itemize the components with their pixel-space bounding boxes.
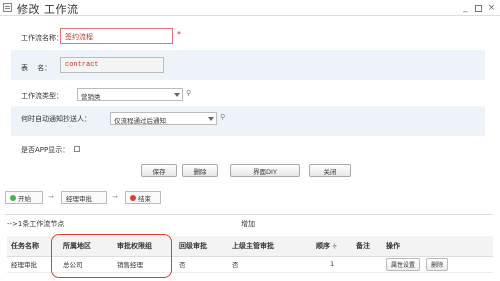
- app-display-label: 是否APP显示：: [21, 146, 70, 154]
- ui-diy-button[interactable]: 界面DIY: [230, 164, 300, 177]
- delete-button[interactable]: 删除: [182, 164, 218, 177]
- notify-select[interactable]: 仅流程通过后通知: [110, 112, 217, 125]
- steps-table: 任务名称 所属地区 审批权限组 回级审批 上级主管审批 顺序 ≑ 备注 操作 经理…: [7, 236, 493, 273]
- col-back-approval: 回级审批: [175, 236, 228, 257]
- flow-node-step[interactable]: 经理审批: [61, 191, 107, 204]
- workflow-type-value: 营销类: [81, 93, 101, 101]
- app-display-checkbox[interactable]: [74, 146, 80, 152]
- lightbulb-icon[interactable]: ⚲: [220, 113, 226, 121]
- sort-icon: ≑: [332, 242, 338, 250]
- window-title: 修改 工作流: [17, 3, 79, 16]
- col-region: 所属地区: [59, 236, 113, 257]
- table-header-row: 任务名称 所属地区 审批权限组 回级审批 上级主管审批 顺序 ≑ 备注 操作: [7, 236, 493, 257]
- cell-group: 销售经理: [113, 256, 175, 273]
- col-approval-group: 审批权限组: [113, 236, 175, 257]
- table-row: 经理审批 总公司 销售经理 否 否 1 属性设置 删除: [7, 256, 493, 273]
- cell-order: 1: [312, 256, 352, 273]
- flow-step-label: 经理审批: [66, 194, 92, 203]
- col-supervisor-approval: 上级主管审批: [228, 236, 312, 257]
- add-step-link[interactable]: 增加: [241, 219, 255, 229]
- window-titlebar: 修改 工作流 _ ×: [0, 0, 500, 16]
- workflow-type-select[interactable]: 营销类: [77, 88, 183, 101]
- maximize-button[interactable]: [474, 4, 483, 13]
- table-name-input[interactable]: contract: [60, 57, 164, 73]
- property-settings-button[interactable]: 属性设置: [386, 257, 421, 271]
- delete-row-button[interactable]: 删除: [426, 257, 449, 271]
- cell-operation: 属性设置 删除: [382, 256, 493, 273]
- col-order-label: 顺序: [316, 241, 330, 250]
- steps-section-title: -->1条工作流节点: [7, 220, 65, 228]
- flow-node-start[interactable]: 开始: [5, 191, 43, 204]
- table-name-label: 表 名：: [21, 64, 52, 72]
- col-note: 备注: [352, 236, 382, 257]
- lightbulb-icon[interactable]: ⚲: [186, 89, 192, 97]
- maximize-icon: [475, 5, 482, 12]
- row-notify: 何时自动通知抄送人： 仅流程通过后通知 ⚲: [11, 106, 485, 136]
- flow-start-label: 开始: [18, 194, 31, 203]
- cell-region: 总公司: [59, 256, 113, 273]
- workflow-type-label: 工作流类型：: [21, 92, 63, 100]
- save-button[interactable]: 保存: [141, 164, 177, 177]
- end-icon: [130, 194, 136, 201]
- row-workflow-name: 工作流名称： 签约流程 *: [11, 20, 485, 50]
- notify-label: 何时自动通知抄送人：: [21, 115, 91, 123]
- row-workflow-type: 工作流类型： 营销类 ⚲: [11, 80, 485, 106]
- flow-end-label: 结束: [138, 194, 151, 203]
- row-table-name: 表 名： contract: [11, 50, 485, 80]
- col-task-name: 任务名称: [7, 236, 59, 257]
- row-app-display: 是否APP显示：: [11, 136, 485, 162]
- col-order[interactable]: 顺序 ≑: [312, 236, 352, 257]
- start-icon: [10, 194, 16, 201]
- required-mark: *: [177, 30, 181, 39]
- arrow-icon: →: [112, 193, 118, 201]
- close-window-button[interactable]: ×: [487, 4, 496, 13]
- window-icon: [3, 3, 12, 12]
- col-operation: 操作: [382, 236, 493, 257]
- close-button[interactable]: 关闭: [309, 164, 351, 177]
- divider: [5, 214, 493, 215]
- action-bar: 保存 删除 界面DIY 关闭: [11, 162, 485, 180]
- notify-value: 仅流程通过后通知: [114, 117, 166, 125]
- flow-node-end[interactable]: 结束: [125, 191, 161, 204]
- cell-supervisor: 否: [228, 256, 312, 273]
- cell-note: [352, 256, 382, 273]
- cell-back: 否: [175, 256, 228, 273]
- cell-task: 经理审批: [7, 256, 59, 273]
- dropdown-caret-icon: [208, 117, 214, 121]
- workflow-name-label: 工作流名称：: [21, 34, 63, 42]
- arrow-icon: →: [48, 193, 54, 201]
- dropdown-caret-icon: [174, 93, 180, 97]
- workflow-name-input[interactable]: 签约流程: [60, 28, 173, 44]
- minimize-button[interactable]: _: [461, 4, 470, 13]
